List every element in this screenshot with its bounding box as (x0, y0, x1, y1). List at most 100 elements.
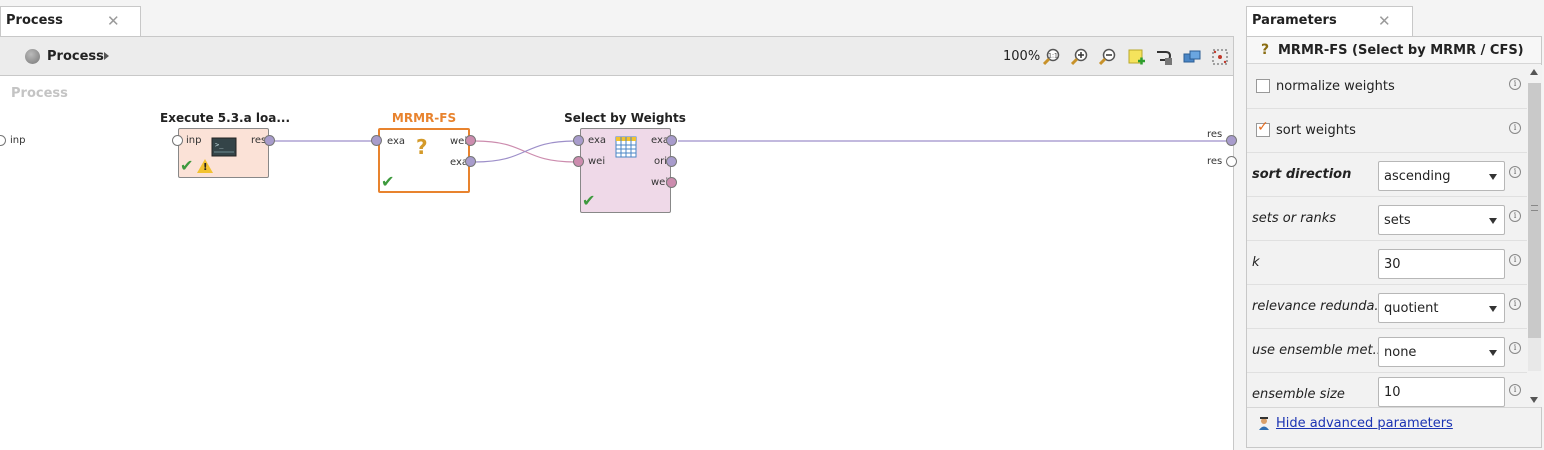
info-icon[interactable]: i (1509, 342, 1521, 354)
chevron-down-icon (1489, 306, 1497, 312)
info-icon[interactable]: i (1509, 210, 1521, 222)
ensemble-size-input[interactable]: 10 (1378, 377, 1505, 407)
scroll-grip-icon (1531, 205, 1538, 211)
parameters-operator-name: MRMR-FS (Select by MRMR / CFS) (1278, 43, 1524, 58)
question-mark-icon: ? (416, 135, 428, 159)
auto-wire-icon[interactable] (1154, 47, 1174, 67)
operator-help-icon: ? (1261, 42, 1270, 58)
input-value: 10 (1384, 385, 1401, 400)
port-label-exa: exa (588, 135, 607, 146)
port-out-ori[interactable] (666, 156, 677, 167)
param-label: relevance redunda... (1252, 299, 1387, 314)
status-ok-icon: ✔ (180, 156, 194, 175)
scroll-down-icon[interactable] (1530, 397, 1538, 403)
param-relevance-redundancy: relevance redunda... quotient i (1247, 285, 1527, 329)
chevron-down-icon (1489, 174, 1497, 180)
process-input-label: inp (10, 135, 26, 146)
info-icon[interactable]: i (1509, 122, 1521, 134)
operator-select-by-weights[interactable]: exa wei exa ori wei ✔ (580, 128, 671, 213)
add-note-icon[interactable] (1126, 47, 1146, 67)
result-port-label: res (1207, 156, 1223, 167)
chevron-down-icon (1489, 350, 1497, 356)
param-k: k 30 i (1247, 241, 1527, 285)
process-toolbar: Process 100% 1:1 (0, 36, 1234, 76)
param-use-ensemble: use ensemble met... none i (1247, 329, 1527, 373)
status-ok-icon: ✔ (381, 172, 395, 191)
port-out-exa[interactable] (666, 135, 677, 146)
sets-or-ranks-select[interactable]: sets (1378, 205, 1505, 235)
zoom-reset-icon[interactable]: 1:1 (1042, 47, 1062, 67)
select-value: none (1384, 345, 1417, 360)
info-icon[interactable]: i (1509, 298, 1521, 310)
port-out-res[interactable] (264, 135, 275, 146)
port-label-exa: exa (387, 136, 406, 147)
operator-title-execute[interactable]: Execute 5.3.a loa... (160, 111, 290, 125)
process-tab-label: Process (6, 13, 63, 28)
param-label: normalize weights (1276, 79, 1395, 94)
scroll-up-icon[interactable] (1530, 69, 1538, 75)
sort-direction-select[interactable]: ascending (1378, 161, 1505, 191)
param-label: sets or ranks (1252, 211, 1337, 226)
port-in-exa[interactable] (371, 135, 382, 146)
info-icon[interactable]: i (1509, 254, 1521, 266)
close-icon[interactable]: ✕ (1378, 12, 1391, 30)
port-label-inp: inp (186, 135, 202, 146)
param-label: ensemble size (1252, 387, 1345, 402)
port-in-inp[interactable] (172, 135, 183, 146)
parameters-tab[interactable]: Parameters ✕ (1246, 6, 1413, 37)
operator-title-select[interactable]: Select by Weights (563, 111, 687, 125)
breadcrumb[interactable]: Process (47, 49, 104, 64)
operator-title-mrmr[interactable]: MRMR-FS (379, 111, 469, 125)
port-out-wei[interactable] (666, 177, 677, 188)
relevance-redundancy-select[interactable]: quotient (1378, 293, 1505, 323)
breadcrumb-arrow-icon[interactable] (104, 52, 109, 60)
terminal-icon: >_ (211, 137, 237, 157)
select-value: quotient (1384, 301, 1439, 316)
checkmark-icon: ✓ (1257, 119, 1269, 135)
table-grid-icon (615, 136, 637, 158)
parameters-panel: ? MRMR-FS (Select by MRMR / CFS) normali… (1246, 36, 1542, 448)
port-in-exa[interactable] (573, 135, 584, 146)
port-in-wei[interactable] (573, 156, 584, 167)
param-ensemble-size: ensemble size 10 i (1247, 373, 1527, 407)
select-value: ascending (1384, 169, 1451, 184)
param-normalize-weights: normalize weights i (1247, 65, 1527, 109)
process-canvas[interactable]: Process inp res res Execute 5.3.a loa...… (0, 76, 1237, 450)
process-tab[interactable]: Process ✕ (0, 6, 141, 37)
info-icon[interactable]: i (1509, 166, 1521, 178)
use-ensemble-select[interactable]: none (1378, 337, 1505, 367)
param-sets-or-ranks: sets or ranks sets i (1247, 197, 1527, 241)
param-sort-direction: sort direction ascending i (1247, 153, 1527, 197)
advanced-user-icon (1259, 417, 1269, 430)
operator-mrmr-fs[interactable]: exa wei exa ? ✔ (378, 128, 470, 193)
fit-to-view-icon[interactable] (1210, 47, 1230, 67)
parameters-tab-label: Parameters (1252, 13, 1337, 28)
zoom-level: 100% (1003, 49, 1041, 64)
info-icon[interactable]: i (1509, 78, 1521, 90)
operator-execute[interactable]: inp res >_ ✔ ! (178, 128, 269, 178)
port-out-wei[interactable] (465, 135, 476, 146)
wire-mrmr-exa (474, 140, 576, 163)
parameters-scrollbar[interactable] (1527, 65, 1542, 407)
k-input[interactable]: 30 (1378, 249, 1505, 279)
arrange-icon[interactable] (1182, 47, 1202, 67)
status-ok-icon: ✔ (582, 191, 596, 210)
select-value: sets (1384, 213, 1411, 228)
hide-advanced-parameters-link[interactable]: Hide advanced parameters (1276, 416, 1453, 431)
svg-text:1:1: 1:1 (1048, 53, 1058, 60)
close-icon[interactable]: ✕ (107, 12, 120, 30)
zoom-in-icon[interactable] (1070, 47, 1090, 67)
zoom-out-icon[interactable] (1098, 47, 1118, 67)
warning-mark: ! (203, 162, 208, 173)
info-icon[interactable]: i (1509, 384, 1521, 396)
port-out-exa[interactable] (465, 156, 476, 167)
parameters-footer: Hide advanced parameters (1247, 407, 1541, 447)
result-port[interactable] (1226, 135, 1237, 146)
param-label: sort weights (1276, 123, 1356, 138)
chevron-down-icon (1489, 218, 1497, 224)
normalize-weights-checkbox[interactable] (1256, 79, 1270, 93)
result-port[interactable] (1226, 156, 1237, 167)
input-value: 30 (1384, 257, 1401, 272)
param-label: k (1252, 255, 1260, 270)
result-port-label: res (1207, 129, 1223, 140)
